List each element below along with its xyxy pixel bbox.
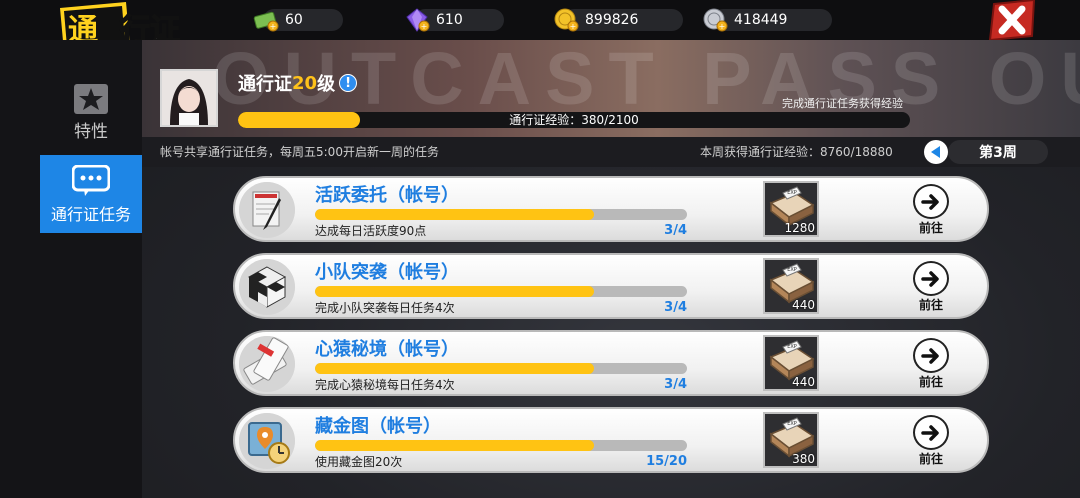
svg-text:EXP: EXP [787, 344, 797, 350]
cash-icon: + [253, 11, 279, 32]
task-name: 小队突袭（帐号） [315, 262, 459, 283]
go-button[interactable]: 前往 [907, 415, 955, 467]
reward-amount: 1280 [784, 221, 815, 235]
go-button[interactable]: 前往 [907, 184, 955, 236]
resource-gem[interactable]: + 610 [404, 7, 504, 33]
resource-cash-value: 60 [285, 12, 303, 28]
document-pen-icon [239, 182, 295, 238]
reward-amount: 440 [792, 375, 815, 389]
weekly-exp-label: 本周获得通行证经验：8760/18880 [700, 145, 893, 159]
task-progress-text: 3/4 [664, 223, 687, 238]
task-progress-fill [315, 209, 594, 220]
reward-item[interactable]: EXP 440 [763, 335, 819, 391]
reward-item[interactable]: EXP 1280 [763, 181, 819, 237]
go-button[interactable]: 前往 [907, 261, 955, 313]
go-button[interactable]: 前往 [907, 338, 955, 390]
treasure-map-icon [239, 413, 295, 469]
task-card: 藏金图（帐号） 使用藏金图20次 15/20 EXP 380 前往 [233, 407, 989, 473]
resource-gem-value: 610 [436, 12, 463, 28]
battle-pass-screen: { "header": { "title": "通行证", "resources… [0, 0, 1080, 498]
pass-title-prefix: 通行证 [238, 74, 292, 95]
resource-cash[interactable]: + 60 [253, 7, 343, 33]
svg-text:+: + [570, 22, 577, 31]
go-label: 前往 [918, 452, 943, 466]
sidebar-item-label: 通行证任务 [50, 205, 131, 224]
arrow-right-icon [913, 338, 949, 373]
ticket-icon [239, 336, 295, 392]
star-icon [74, 84, 108, 114]
silver-coin-icon: + [703, 8, 728, 32]
info-icon[interactable]: ! [339, 74, 358, 92]
arrow-right-icon [913, 415, 949, 450]
arrow-right-icon [913, 184, 949, 219]
task-progress-text: 15/20 [646, 454, 687, 469]
reward-amount: 380 [792, 452, 815, 466]
task-description: 达成每日活跃度90点 [315, 224, 427, 238]
task-card: 心猿秘境（帐号） 完成心猿秘境每日任务4次 3/4 EXP 440 前往 [233, 330, 989, 396]
reward-item[interactable]: EXP 380 [763, 412, 819, 468]
svg-text:EXP: EXP [787, 190, 797, 196]
task-description: 完成小队突袭每日任务4次 [315, 301, 455, 315]
prev-week-button[interactable] [924, 140, 948, 164]
task-progress-bar [315, 209, 687, 220]
task-progress-text: 3/4 [664, 377, 687, 392]
pass-level-title: 通行证 20 级 ! [238, 70, 358, 96]
sidebar-item-pass-tasks[interactable]: 通行证任务 [40, 155, 142, 233]
task-name: 藏金图（帐号） [315, 416, 441, 437]
purple-gem-icon: + [406, 8, 430, 32]
task-progress-fill [315, 440, 594, 451]
reward-amount: 440 [792, 298, 815, 312]
task-description: 完成心猿秘境每日任务4次 [315, 378, 455, 392]
avatar[interactable] [160, 69, 218, 127]
go-label: 前往 [918, 375, 943, 389]
svg-text:+: + [421, 22, 428, 31]
resource-silver[interactable]: + 418449 [702, 7, 832, 33]
pass-hint: 完成通行证任务获得经验 [782, 97, 903, 110]
pass-title-suffix: 级 [317, 74, 336, 95]
pass-level: 20 [292, 72, 318, 94]
close-button[interactable] [988, 0, 1038, 42]
pass-exp-bar: 通行证经验：380/2100 [238, 112, 910, 128]
resource-gold[interactable]: + 899826 [553, 7, 683, 33]
go-label: 前往 [918, 298, 943, 312]
arrow-left-icon [931, 146, 940, 158]
task-description: 使用藏金图20次 [315, 455, 403, 469]
task-progress-bar [315, 363, 687, 374]
svg-text:+: + [270, 22, 277, 31]
sidebar-item-traits[interactable]: 特性 [40, 84, 142, 144]
task-progress-bar [315, 440, 687, 451]
week-label: 第3周 [948, 140, 1048, 164]
task-name: 活跃委托（帐号） [315, 185, 459, 206]
svg-text:+: + [719, 22, 726, 31]
checker-cube-icon [239, 259, 295, 315]
close-icon [988, 0, 1036, 42]
task-progress-bar [315, 286, 687, 297]
task-card: 小队突袭（帐号） 完成小队突袭每日任务4次 3/4 EXP 440 前往 [233, 253, 989, 319]
sidebar-item-label: 特性 [74, 122, 108, 142]
arrow-right-icon [913, 261, 949, 296]
weekly-reset-note: 帐号共享通行证任务，每周五5:00开启新一周的任务 [160, 145, 439, 159]
svg-text:EXP: EXP [787, 267, 797, 273]
task-card: 活跃委托（帐号） 达成每日活跃度90点 3/4 EXP 1280 前往 [233, 176, 989, 242]
svg-text:EXP: EXP [787, 421, 797, 427]
task-progress-text: 3/4 [664, 300, 687, 315]
task-name: 心猿秘境（帐号） [315, 339, 459, 360]
chat-bubble-icon [72, 165, 110, 196]
reward-item[interactable]: EXP 440 [763, 258, 819, 314]
task-progress-fill [315, 363, 594, 374]
go-label: 前往 [918, 221, 943, 235]
pass-exp-label: 通行证经验：380/2100 [509, 113, 639, 127]
task-progress-fill [315, 286, 594, 297]
resource-gold-value: 899826 [585, 12, 639, 28]
resource-silver-value: 418449 [734, 12, 788, 28]
gold-coin-icon: + [554, 8, 579, 32]
